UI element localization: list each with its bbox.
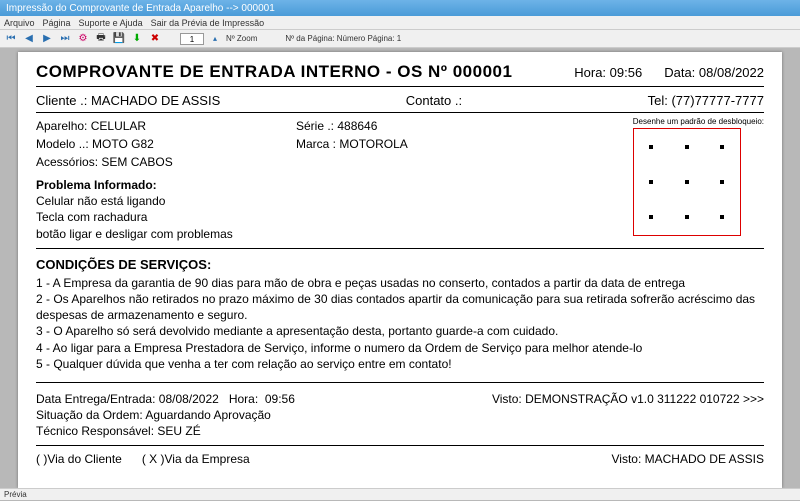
problem-line-1: Celular não está ligando — [36, 193, 286, 209]
zoom-input[interactable]: 1 — [180, 33, 204, 45]
client-row: Cliente .: MACHADO DE ASSIS Contato .: T… — [36, 91, 764, 113]
nav-first-icon[interactable]: ⏮ — [4, 32, 18, 46]
doc-hora: Hora: 09:56 — [574, 65, 642, 80]
pattern-caption: Desenhe um padrão de desbloqueio: — [633, 117, 764, 126]
entrega-label: Data Entrega/Entrada: — [36, 392, 155, 406]
statusbar: Prévia — [0, 488, 800, 500]
doc-title: COMPROVANTE DE ENTRADA INTERNO - OS Nº 0… — [36, 62, 512, 82]
menubar: Arquivo Página Suporte e Ajuda Sair da P… — [0, 16, 800, 30]
tecnico-label: Técnico Responsável: — [36, 424, 154, 438]
preview-area: COMPROVANTE DE ENTRADA INTERNO - OS Nº 0… — [0, 48, 800, 488]
close-icon[interactable]: ✖ — [148, 32, 162, 46]
cond-5: 5 - Qualquer dúvida que venha a ter com … — [36, 356, 764, 372]
entrega-hora-label: Hora: — [229, 392, 258, 406]
page-number-label: Nº da Página: Número Página: 1 — [285, 34, 401, 43]
nav-prev-icon[interactable]: ◀ — [22, 32, 36, 46]
cond-3: 3 - O Aparelho só será devolvido mediant… — [36, 323, 764, 339]
cond-4: 4 - Ao ligar para a Empresa Prestadora d… — [36, 340, 764, 356]
document-page: COMPROVANTE DE ENTRADA INTERNO - OS Nº 0… — [18, 52, 782, 488]
situacao-value: Aguardando Aprovação — [145, 408, 270, 422]
zoom-stepper-icon[interactable]: ▴ — [208, 32, 222, 46]
menu-sair[interactable]: Sair da Prévia de Impressão — [151, 18, 265, 28]
aparelho-label: Aparelho: — [36, 119, 87, 133]
entrega-hora-value: 09:56 — [265, 392, 295, 406]
visto2-value: MACHADO DE ASSIS — [645, 452, 764, 466]
nav-next-icon[interactable]: ▶ — [40, 32, 54, 46]
nav-last-icon[interactable]: ⏭ — [58, 32, 72, 46]
contato-label: Contato .: — [406, 93, 462, 108]
tecnico-value: SEU ZÉ — [157, 424, 200, 438]
visto1-label: Visto: — [492, 392, 522, 406]
save-icon[interactable]: 💾 — [112, 32, 126, 46]
modelo-value: MOTO G82 — [92, 137, 154, 151]
visto2-label: Visto: — [611, 452, 641, 466]
acess-value: SEM CABOS — [101, 155, 172, 169]
cliente-label: Cliente .: — [36, 93, 87, 108]
menu-suporte[interactable]: Suporte e Ajuda — [79, 18, 143, 28]
entrega-value: 08/08/2022 — [159, 392, 219, 406]
problem-title: Problema Informado: — [36, 177, 286, 193]
doc-data: Data: 08/08/2022 — [664, 65, 764, 80]
cond-1: 1 - A Empresa da garantia de 90 dias par… — [36, 275, 764, 291]
via-empresa: ( X )Via da Empresa — [142, 452, 250, 466]
export-icon[interactable]: ⬇ — [130, 32, 144, 46]
menu-pagina[interactable]: Página — [43, 18, 71, 28]
tel-label: Tel: — [648, 93, 668, 108]
toolbar: ⏮ ◀ ▶ ⏭ ⚙ 🖶 💾 ⬇ ✖ 1 ▴ Nº Zoom Nº da Pági… — [0, 30, 800, 48]
window-titlebar: Impressão do Comprovante de Entrada Apar… — [0, 0, 800, 16]
marca-label: Marca : — [296, 137, 336, 151]
window-title: Impressão do Comprovante de Entrada Apar… — [6, 3, 275, 14]
footer-block: Data Entrega/Entrada: 08/08/2022 Hora: 0… — [36, 391, 764, 446]
marca-value: MOTOROLA — [339, 137, 407, 151]
problem-line-3: botão ligar e desligar com problemas — [36, 226, 286, 242]
cliente-value: MACHADO DE ASSIS — [91, 93, 220, 108]
tel-value: (77)77777-7777 — [671, 93, 764, 108]
serie-label: Série .: — [296, 119, 334, 133]
zoom-label: Nº Zoom — [226, 34, 257, 43]
problem-line-2: Tecla com rachadura — [36, 209, 286, 225]
unlock-pattern: Desenhe um padrão de desbloqueio: — [633, 117, 764, 242]
visto1-value: DEMONSTRAÇÃO v1.0 311222 010722 >>> — [525, 392, 764, 406]
menu-arquivo[interactable]: Arquivo — [4, 18, 35, 28]
aparelho-value: CELULAR — [91, 119, 146, 133]
situacao-label: Situação da Ordem: — [36, 408, 143, 422]
conditions-block: 1 - A Empresa da garantia de 90 dias par… — [36, 275, 764, 383]
signature-row: ( )Via do Cliente ( X )Via da Empresa Vi… — [36, 452, 764, 466]
via-cliente: ( )Via do Cliente — [36, 452, 122, 466]
acess-label: Acessórios: — [36, 155, 98, 169]
doc-header: COMPROVANTE DE ENTRADA INTERNO - OS Nº 0… — [36, 62, 764, 87]
pattern-grid — [633, 128, 741, 236]
device-block: Aparelho: CELULAR Modelo ..: MOTO G82 Ac… — [36, 117, 764, 249]
settings-icon[interactable]: ⚙ — [76, 32, 90, 46]
modelo-label: Modelo ..: — [36, 137, 89, 151]
cond-2: 2 - Os Aparelhos não retirados no prazo … — [36, 291, 764, 323]
status-text: Prévia — [4, 490, 27, 499]
conditions-title: CONDIÇÕES DE SERVIÇOS: — [36, 257, 764, 272]
print-icon[interactable]: 🖶 — [94, 32, 108, 46]
serie-value: 488646 — [337, 119, 377, 133]
